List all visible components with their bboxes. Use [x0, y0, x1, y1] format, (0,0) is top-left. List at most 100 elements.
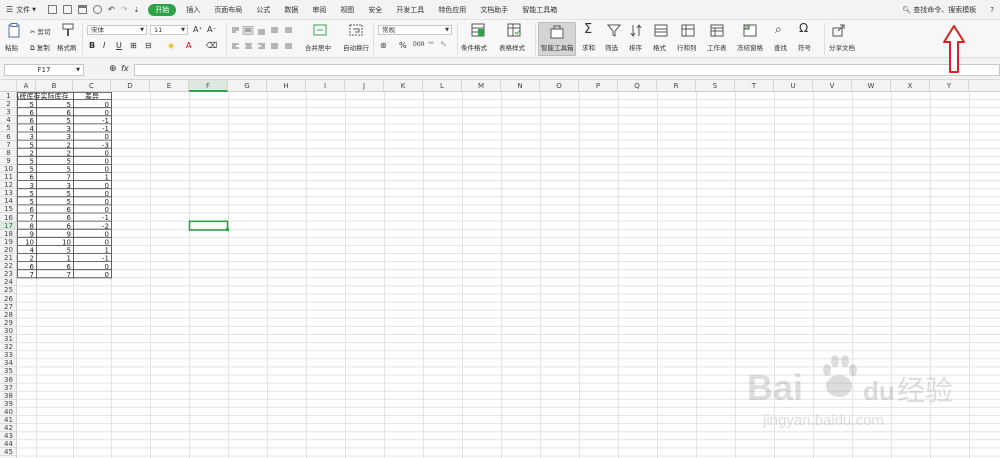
clear-format-icon[interactable]: ⌫: [206, 41, 217, 50]
sort-button[interactable]: 排序: [629, 42, 642, 52]
column-header-k[interactable]: K: [384, 80, 423, 92]
formula-input[interactable]: [134, 64, 1000, 76]
search-command-link[interactable]: 查找命令、搜索模板: [913, 5, 976, 15]
column-header-f[interactable]: F: [189, 80, 228, 92]
decrease-decimal-icon[interactable]: ⁰₀: [441, 41, 446, 48]
thousands-icon[interactable]: 000: [413, 41, 424, 48]
rows-cols-button[interactable]: 行和列: [677, 42, 697, 52]
row-header-34[interactable]: 34: [0, 359, 17, 368]
row-header-32[interactable]: 32: [0, 343, 17, 352]
row-header-1[interactable]: 1: [0, 92, 17, 101]
row-header-21[interactable]: 21: [0, 254, 17, 263]
row-header-44[interactable]: 44: [0, 440, 17, 449]
increase-font-icon[interactable]: A⁺: [193, 25, 203, 34]
save-icon[interactable]: [48, 5, 58, 14]
row-header-4[interactable]: 4: [0, 116, 17, 125]
row-header-9[interactable]: 9: [0, 157, 17, 165]
percent-button[interactable]: %: [399, 41, 407, 50]
row-header-39[interactable]: 39: [0, 400, 17, 408]
find-button[interactable]: 查找: [774, 42, 787, 52]
number-format-select[interactable]: 常规 ▼: [378, 25, 452, 35]
row-header-40[interactable]: 40: [0, 408, 17, 416]
column-header-b[interactable]: B: [36, 80, 73, 92]
row-header-2[interactable]: 2: [0, 100, 17, 109]
print-icon[interactable]: [78, 5, 88, 14]
row-header-29[interactable]: 29: [0, 319, 17, 327]
export-icon[interactable]: [63, 5, 73, 14]
select-all-corner[interactable]: [0, 80, 17, 92]
customize-icon[interactable]: ⇣: [133, 6, 139, 14]
row-header-30[interactable]: 30: [0, 327, 17, 335]
row-header-10[interactable]: 10: [0, 165, 17, 173]
worksheet-grid[interactable]: 系统库存实际库存差异55066065-143-133052-3220550550…: [17, 92, 1000, 458]
row-header-37[interactable]: 37: [0, 384, 17, 392]
alignment-icons[interactable]: [230, 26, 300, 52]
row-header-41[interactable]: 41: [0, 416, 17, 425]
row-header-3[interactable]: 3: [0, 108, 17, 117]
tab-12[interactable]: 智能工具箱: [515, 0, 564, 20]
row-header-5[interactable]: 5: [0, 124, 17, 133]
tab-9[interactable]: 开发工具: [389, 0, 431, 20]
row-header-15[interactable]: 15: [0, 205, 17, 214]
border-icon[interactable]: ⊞: [130, 41, 137, 50]
column-header-p[interactable]: P: [579, 80, 618, 92]
fill-color-icon[interactable]: ◈: [168, 41, 174, 50]
row-header-35[interactable]: 35: [0, 367, 17, 376]
tab-4[interactable]: 公式: [249, 0, 277, 20]
column-header-c[interactable]: C: [73, 80, 111, 92]
row-header-26[interactable]: 26: [0, 295, 17, 303]
tab-5[interactable]: 数据: [277, 0, 305, 20]
tab-10[interactable]: 特色应用: [431, 0, 473, 20]
underline-button[interactable]: U: [116, 41, 122, 50]
symbol-button[interactable]: 符号: [798, 42, 811, 52]
sum-button[interactable]: 求和: [582, 42, 595, 52]
row-header-6[interactable]: 6: [0, 133, 17, 141]
freeze-button[interactable]: 冻结窗格: [737, 42, 763, 52]
row-header-31[interactable]: 31: [0, 335, 17, 344]
undo-icon[interactable]: ↶: [108, 5, 115, 14]
column-header-m[interactable]: M: [462, 80, 501, 92]
help-icon[interactable]: ?: [990, 6, 994, 14]
row-header-25[interactable]: 25: [0, 286, 17, 295]
column-header-l[interactable]: L: [423, 80, 462, 92]
smart-toolbox-button[interactable]: 智能工具箱: [538, 22, 576, 56]
row-header-12[interactable]: 12: [0, 181, 17, 190]
zoom-icon[interactable]: ⊕: [109, 64, 117, 74]
row-header-16[interactable]: 16: [0, 214, 17, 222]
tab-1[interactable]: 开始: [148, 3, 177, 16]
column-header-x[interactable]: X: [891, 80, 930, 92]
column-header-n[interactable]: N: [501, 80, 540, 92]
increase-decimal-icon[interactable]: ⁺⁰: [428, 41, 434, 48]
column-header-v[interactable]: V: [813, 80, 852, 92]
fill-handle[interactable]: [226, 228, 229, 232]
row-header-45[interactable]: 45: [0, 448, 17, 457]
row-header-27[interactable]: 27: [0, 303, 17, 311]
row-header-36[interactable]: 36: [0, 376, 17, 384]
selected-cell[interactable]: [188, 220, 229, 231]
worksheet-button[interactable]: 工作表: [707, 42, 727, 52]
copy-button[interactable]: ⧉ 复制: [30, 42, 50, 53]
column-header-j[interactable]: J: [345, 80, 384, 92]
decrease-font-icon[interactable]: A⁻: [207, 25, 217, 34]
font-name-select[interactable]: 宋体 ▼: [87, 25, 147, 35]
tab-7[interactable]: 视图: [333, 0, 361, 20]
column-header-a[interactable]: A: [17, 80, 36, 92]
format-button[interactable]: 格式: [653, 42, 666, 52]
print-preview-icon[interactable]: [93, 5, 103, 14]
row-header-7[interactable]: 7: [0, 141, 17, 149]
column-header-q[interactable]: Q: [618, 80, 657, 92]
row-header-24[interactable]: 24: [0, 278, 17, 287]
font-size-select[interactable]: 11 ▼: [150, 25, 188, 35]
bold-button[interactable]: B: [89, 41, 95, 50]
column-header-i[interactable]: I: [306, 80, 345, 92]
row-header-43[interactable]: 43: [0, 432, 17, 441]
row-header-14[interactable]: 14: [0, 197, 17, 206]
column-header-g[interactable]: G: [228, 80, 267, 92]
column-header-s[interactable]: S: [696, 80, 735, 92]
font-color-icon[interactable]: A: [186, 41, 191, 50]
cell-border-icon[interactable]: ⊟: [145, 41, 152, 50]
row-header-28[interactable]: 28: [0, 311, 17, 319]
row-header-33[interactable]: 33: [0, 351, 17, 360]
name-box[interactable]: F17 ▼: [4, 64, 84, 76]
column-header-u[interactable]: U: [774, 80, 813, 92]
